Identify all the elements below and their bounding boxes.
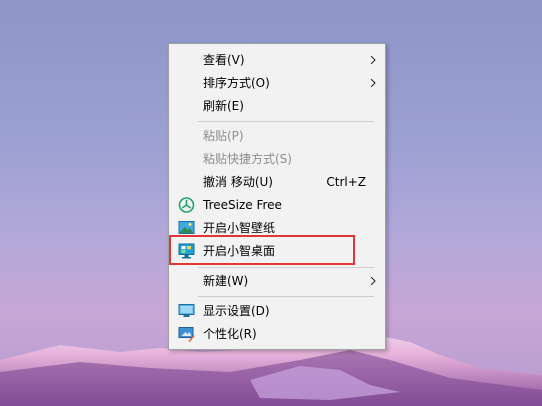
menu-item-label: 粘贴快捷方式(S) [203, 152, 292, 166]
personalize-icon [178, 327, 195, 342]
display-icon [178, 304, 195, 317]
context-menu: 查看(V) 排序方式(O) 刷新(E) 粘贴(P) 粘贴快捷方式(S) 撤消 移… [168, 43, 386, 350]
chevron-right-icon [370, 277, 376, 285]
treesize-icon [178, 197, 195, 213]
menu-item-new[interactable]: 新建(W) [170, 270, 384, 292]
menu-item-refresh[interactable]: 刷新(E) [170, 95, 384, 117]
wallpaper-icon [178, 221, 195, 234]
menu-item-label: 新建(W) [203, 274, 249, 288]
menu-separator [198, 267, 374, 268]
menu-item-label: 刷新(E) [203, 99, 244, 113]
chevron-right-icon [370, 79, 376, 87]
menu-item-label: 撤消 移动(U) [203, 175, 273, 189]
menu-separator [198, 296, 374, 297]
menu-item-label: 排序方式(O) [203, 76, 270, 90]
menu-item-treesize[interactable]: TreeSize Free [170, 194, 384, 216]
menu-item-label: 查看(V) [203, 53, 245, 67]
menu-item-undo-move[interactable]: 撤消 移动(U) Ctrl+Z [170, 171, 384, 193]
menu-item-display-settings[interactable]: 显示设置(D) [170, 300, 384, 322]
chevron-right-icon [370, 56, 376, 64]
menu-separator [198, 121, 374, 122]
menu-item-personalize[interactable]: 个性化(R) [170, 323, 384, 345]
menu-item-sort[interactable]: 排序方式(O) [170, 72, 384, 94]
menu-item-label: 显示设置(D) [203, 304, 270, 318]
menu-item-label: 个性化(R) [203, 327, 257, 341]
menu-item-label: TreeSize Free [203, 198, 282, 212]
menu-item-paste[interactable]: 粘贴(P) [170, 125, 384, 147]
menu-item-shortcut: Ctrl+Z [326, 175, 366, 189]
menu-item-paste-shortcut[interactable]: 粘贴快捷方式(S) [170, 148, 384, 170]
highlight-box [169, 235, 355, 265]
menu-item-label: 粘贴(P) [203, 129, 244, 143]
menu-item-view[interactable]: 查看(V) [170, 49, 384, 71]
